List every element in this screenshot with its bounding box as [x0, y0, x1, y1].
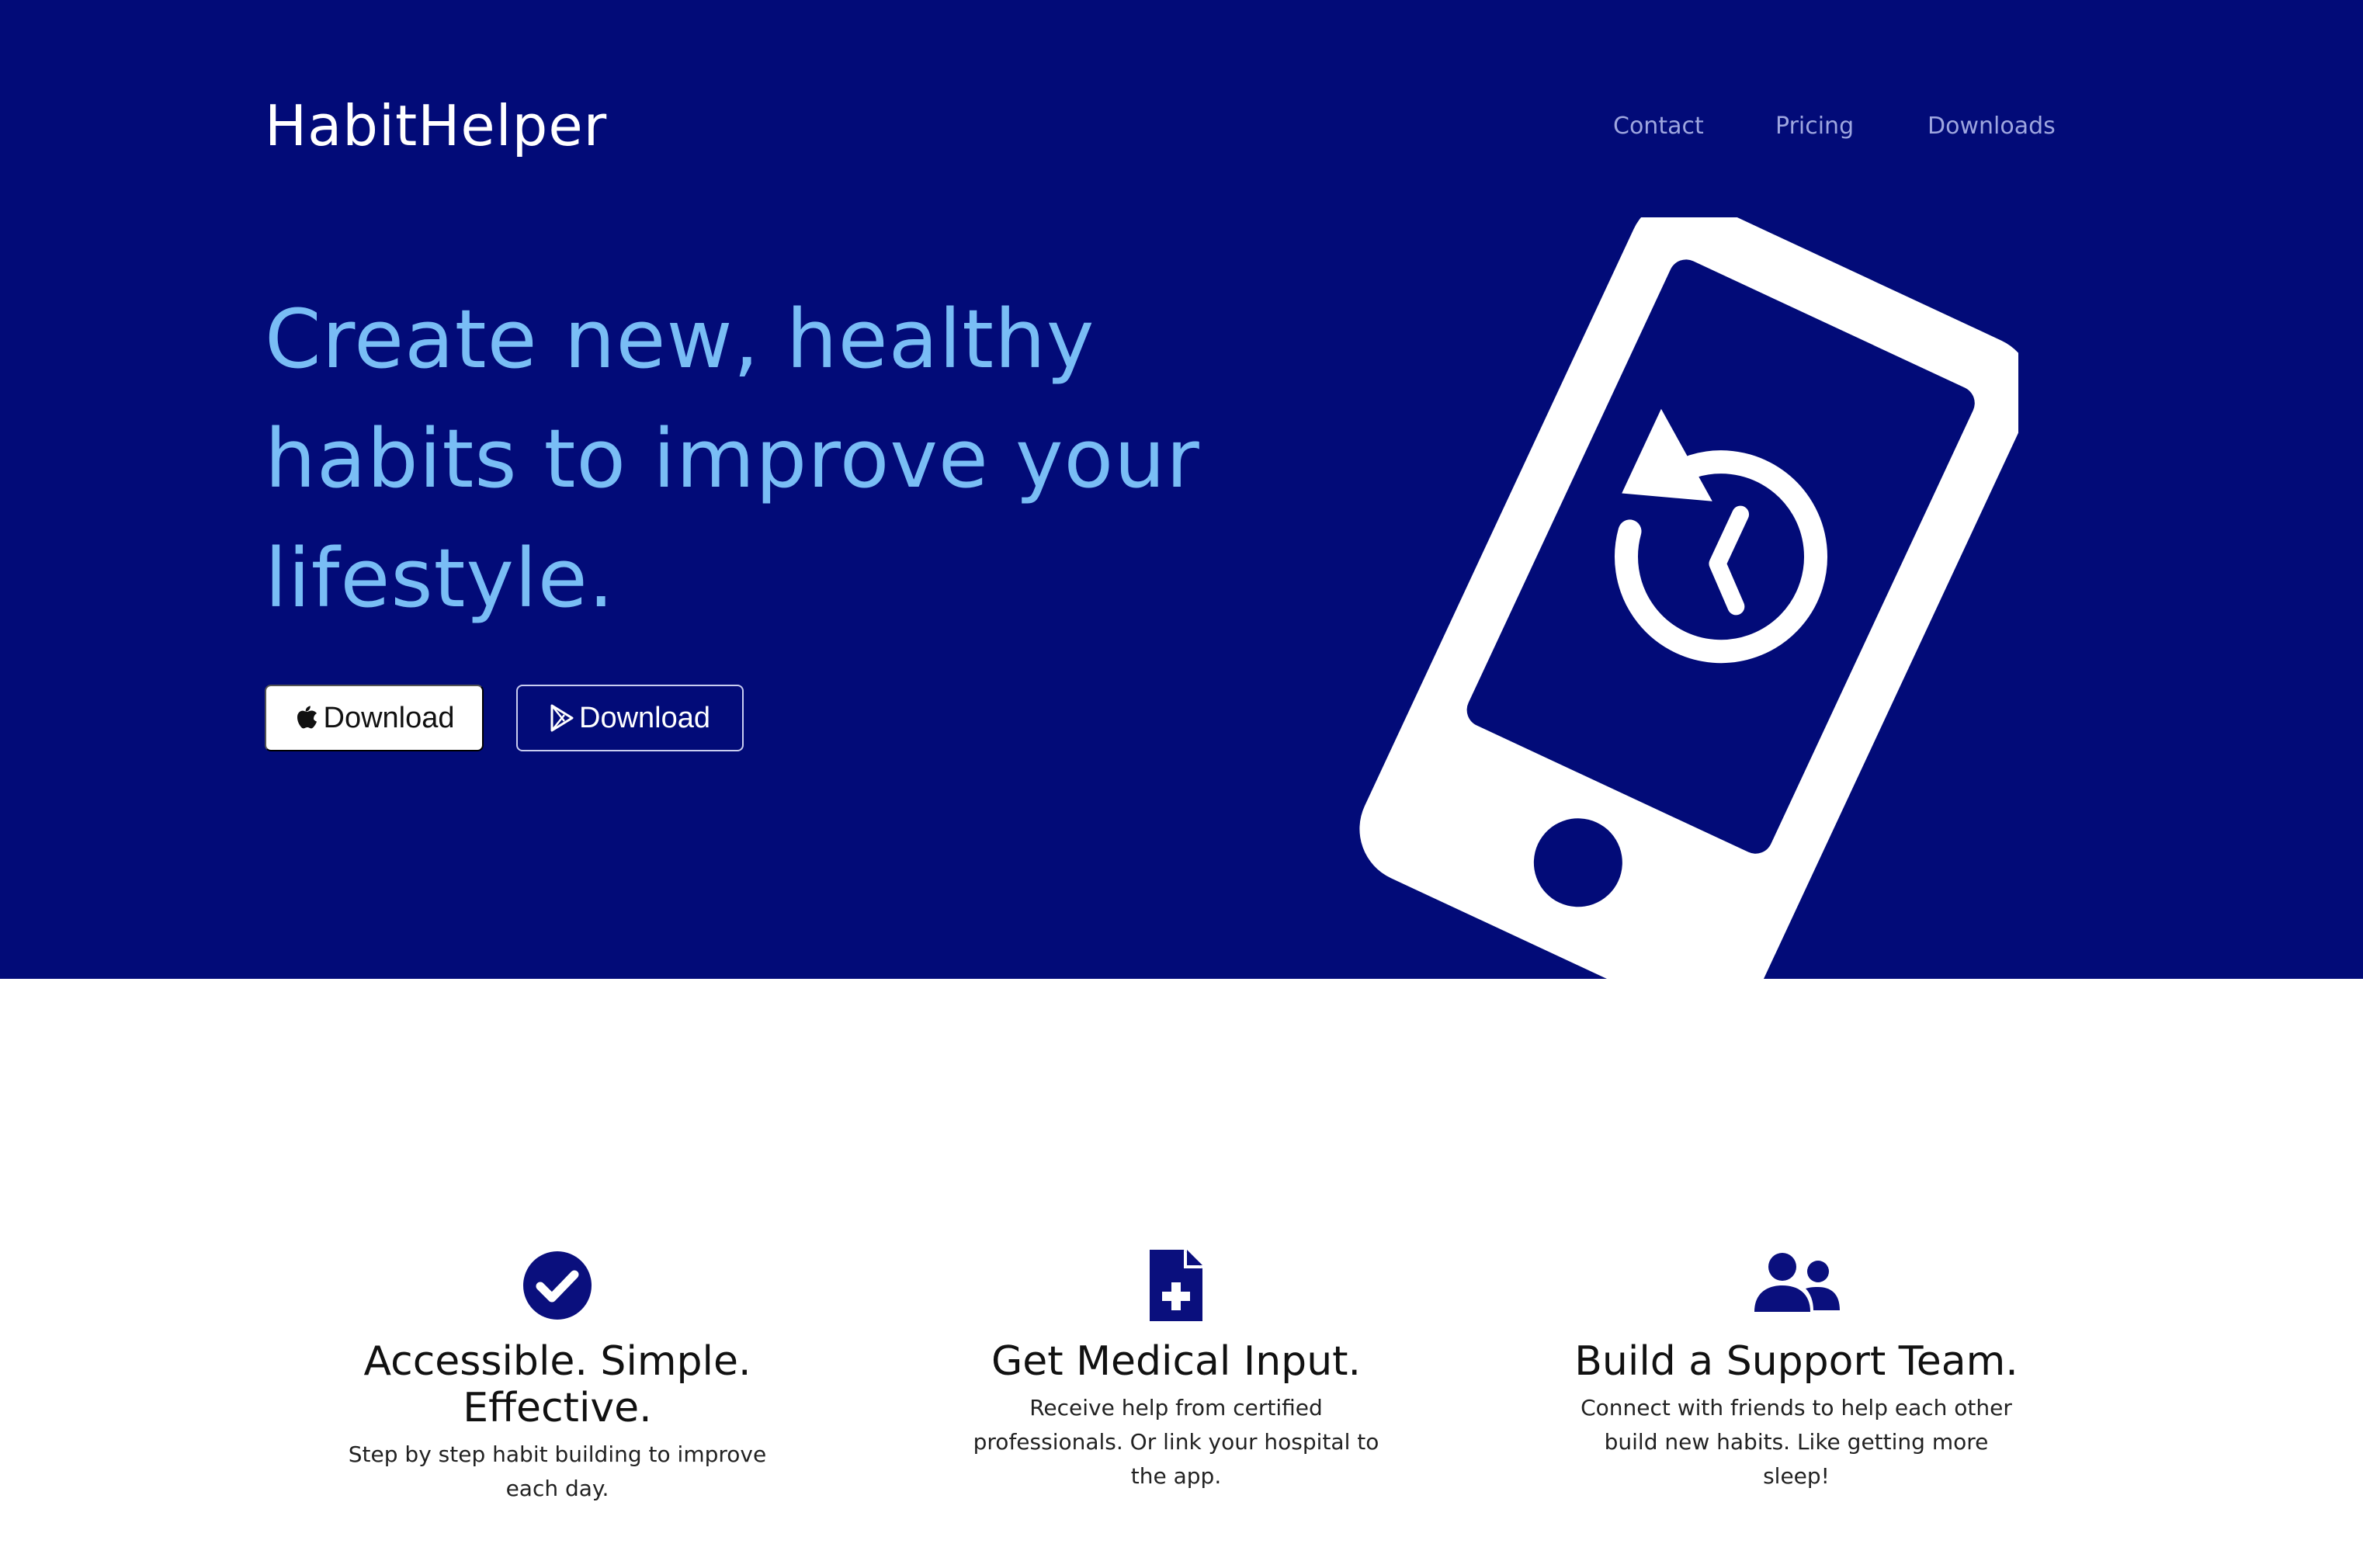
feature-title: Build a Support Team. [1574, 1338, 2018, 1385]
feature-description: Connect with friends to help each other … [1581, 1395, 2012, 1489]
check-circle-icon [523, 1251, 592, 1320]
google-play-download-button[interactable]: Download [516, 685, 744, 751]
feature-description: Receive help from certified professional… [973, 1395, 1379, 1489]
google-play-icon [550, 703, 574, 733]
feature-card-medical: Get Medical Input. Receive help from cer… [935, 1247, 1417, 1493]
apple-icon [294, 703, 319, 733]
apple-download-button[interactable]: Download [265, 685, 484, 751]
brand-logo[interactable]: HabitHelper [265, 87, 607, 165]
feature-description: Step by step habit building to improve e… [348, 1441, 767, 1501]
nav-link-contact[interactable]: Contact [1613, 109, 1704, 144]
mobile-phone-with-history-icon [1359, 217, 2018, 979]
user-group-icon [1754, 1253, 1840, 1312]
features-section: Accessible. Simple. Effective. Step by s… [0, 979, 2363, 1568]
hero-headline: Create new, healthy habits to improve yo… [265, 292, 1200, 626]
hero-section: HabitHelper Contact Pricing Downloads Cr… [0, 0, 2363, 979]
feature-card-support: Build a Support Team. Connect with frien… [1556, 1247, 2037, 1493]
apple-download-label: Download [323, 701, 455, 734]
feature-title: Get Medical Input. [991, 1338, 1362, 1385]
google-play-download-label: Download [579, 701, 710, 734]
nav-link-downloads[interactable]: Downloads [1928, 109, 2056, 144]
feature-title: Accessible. Simple. Effective. [363, 1338, 751, 1431]
nav-link-pricing[interactable]: Pricing [1775, 109, 1854, 144]
medical-file-icon [1150, 1250, 1202, 1321]
top-nav: Contact Pricing Downloads [1613, 109, 2102, 147]
feature-card-accessible: Accessible. Simple. Effective. Step by s… [317, 1247, 798, 1506]
